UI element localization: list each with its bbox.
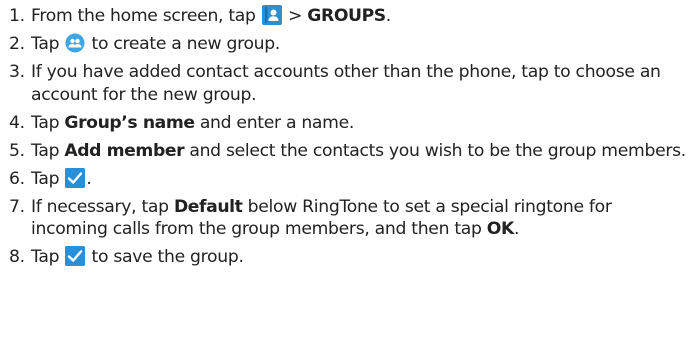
step-text: From the home screen, tap > GROUPS. [31,5,391,26]
step-2: 2. Tap to create a new group. [9,33,694,56]
step-8: 8. Tap to save the group. [9,246,694,269]
step-number: 3. [9,62,25,82]
step-text: Tap Group’s name and enter a name. [31,112,355,133]
step-5: 5. Tap Add member and select the contact… [9,140,694,163]
step-number: 4. [9,112,25,133]
step-number: 2. [9,34,25,54]
step-3: 3. If you have added contact accounts ot… [9,61,694,106]
step-number: 1. [9,6,25,26]
instruction-steps: 1. From the home screen, tap > GROUPS. 2… [0,0,694,269]
step-number: 5. [9,140,25,161]
step-number: 6. [9,168,25,189]
step-number: 8. [9,247,25,267]
step-text: Tap Add member and select the contacts y… [31,140,686,161]
step-text: Tap to save the group. [31,246,244,267]
step-text: If you have added contact accounts other… [31,62,661,105]
step-7: 7. If necessary, tap Default below RingT… [9,196,694,241]
step-number: 7. [9,196,25,217]
add-group-icon [65,33,85,53]
step-1: 1. From the home screen, tap > GROUPS. [9,5,694,28]
step-text: Tap to create a new group. [31,33,281,54]
contacts-app-icon [261,5,282,25]
step-6: 6. Tap . [9,167,694,191]
step-4: 4. Tap Group’s name and enter a name. [9,112,694,135]
check-icon [65,246,86,266]
step-text: Tap . [31,167,92,189]
check-icon [65,167,86,188]
step-text: If necessary, tap Default below RingTone… [31,196,612,240]
